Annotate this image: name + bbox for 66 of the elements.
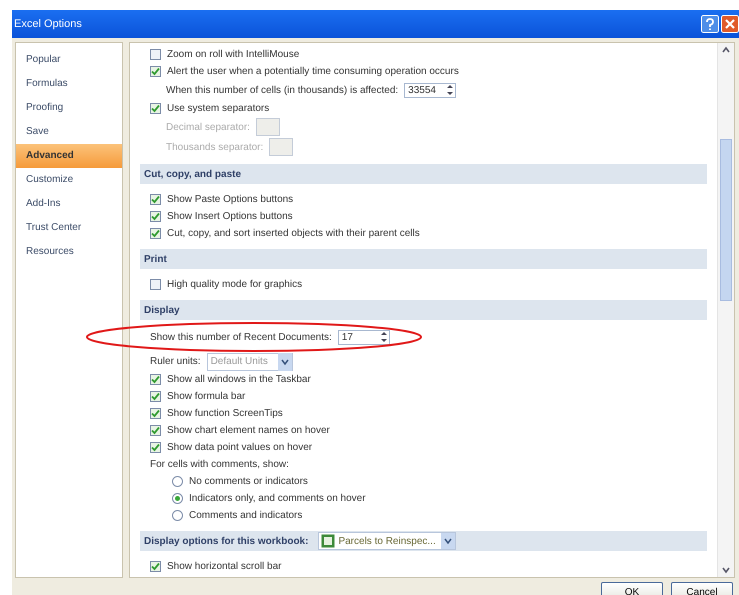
- option-label: Thousands separator:: [166, 142, 264, 152]
- number-spinner[interactable]: 33554: [404, 82, 456, 98]
- checkbox[interactable]: [150, 391, 161, 402]
- option-label: Show all windows in the Taskbar: [167, 374, 311, 385]
- option-label: Comments and indicators: [189, 510, 302, 521]
- radio-button[interactable]: [172, 510, 183, 521]
- option-label: Use system separators: [167, 103, 270, 114]
- dialog-button[interactable]: Cancel: [671, 582, 733, 595]
- option-label: No comments or indicators: [189, 476, 308, 487]
- number-spinner[interactable]: 17: [338, 330, 390, 344]
- input-field[interactable]: [256, 118, 280, 136]
- close-icon[interactable]: [721, 15, 739, 33]
- sidebar-item[interactable]: Proofing: [16, 96, 122, 120]
- input-field[interactable]: [269, 138, 294, 156]
- sidebar-item[interactable]: Advanced: [16, 144, 122, 168]
- option-label: Show Paste Options buttons: [167, 194, 294, 205]
- section-title: Cut, copy, and paste: [144, 168, 242, 180]
- checkbox[interactable]: [150, 374, 161, 385]
- option-label: Show horizontal scroll bar: [167, 561, 282, 572]
- option-label: When this number of cells (in thousands) is affected:: [166, 84, 398, 96]
- scroll-up-icon[interactable]: [721, 46, 731, 54]
- sidebar-item[interactable]: Save: [16, 120, 122, 144]
- option-label: Show chart element names on hover: [167, 425, 330, 436]
- section-title: Display: [144, 304, 180, 316]
- radio-button[interactable]: [172, 476, 183, 487]
- checkbox[interactable]: [150, 561, 161, 572]
- checkbox[interactable]: [150, 66, 161, 77]
- sidebar-item[interactable]: Trust Center: [16, 216, 122, 240]
- window-title: Excel Options: [14, 18, 82, 30]
- option-label: Show formula bar: [167, 391, 246, 402]
- spreadsheet-icon: [321, 534, 336, 548]
- checkbox[interactable]: [150, 194, 161, 205]
- radio-button[interactable]: [172, 493, 183, 504]
- checkbox[interactable]: [150, 228, 161, 239]
- option-label: Alert the user when a potentially time consuming operation occurs: [167, 66, 459, 77]
- option-label: High quality mode for graphics: [167, 279, 302, 290]
- scroll-down-icon[interactable]: [721, 566, 731, 574]
- option-label: Show data point values on hover: [167, 442, 312, 453]
- scrollbar[interactable]: [717, 43, 734, 577]
- option-label: Indicators only, and comments on hover: [189, 493, 366, 504]
- option-label: Show this number of Recent Documents:: [150, 332, 332, 342]
- option-label: Show Insert Options buttons: [167, 211, 293, 222]
- sidebar-item[interactable]: Resources: [16, 240, 122, 264]
- sidebar-item[interactable]: Add-Ins: [16, 192, 122, 216]
- option-label: Cut, copy, and sort inserted objects with their parent cells: [167, 228, 420, 239]
- workbook-dropdown[interactable]: Parcels to Reinspec...: [318, 532, 456, 550]
- option-label: For cells with comments, show:: [150, 459, 289, 470]
- checkbox[interactable]: [150, 442, 161, 453]
- sidebar-item[interactable]: Customize: [16, 168, 122, 192]
- checkbox[interactable]: [150, 408, 161, 419]
- checkbox[interactable]: [150, 103, 161, 114]
- checkbox[interactable]: [150, 279, 161, 290]
- option-label: Zoom on roll with IntelliMouse: [167, 49, 300, 60]
- sidebar-item[interactable]: Formulas: [16, 72, 122, 96]
- section-title: Print: [144, 254, 167, 264]
- help-icon[interactable]: [701, 15, 719, 33]
- scroll-thumb[interactable]: [720, 139, 732, 301]
- option-label: Ruler units:: [150, 356, 201, 367]
- checkbox[interactable]: [150, 425, 161, 436]
- option-label: Show function ScreenTips: [167, 408, 283, 419]
- dialog-button[interactable]: OK: [601, 582, 663, 595]
- section-title: Display options for this workbook:: [144, 536, 308, 546]
- option-label: Decimal separator:: [166, 122, 250, 132]
- sidebar-item[interactable]: Popular: [16, 48, 122, 72]
- checkbox[interactable]: [150, 211, 161, 222]
- checkbox[interactable]: [150, 49, 161, 60]
